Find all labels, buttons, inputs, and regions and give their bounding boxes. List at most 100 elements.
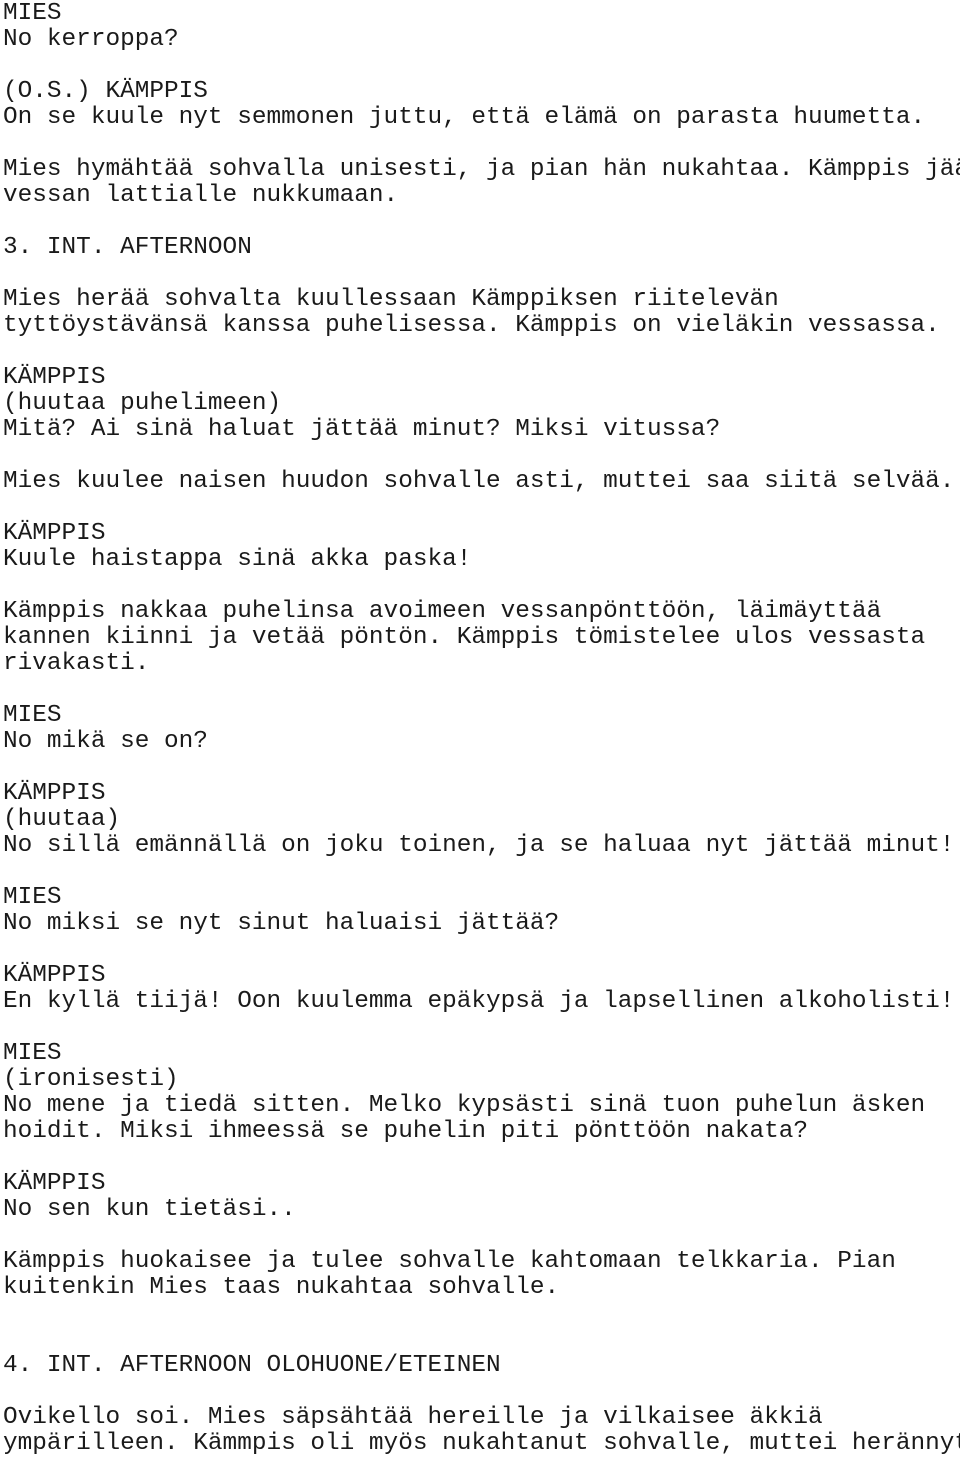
character-cue-mies: MIES	[3, 885, 960, 911]
blank-line	[3, 443, 960, 469]
character-cue-kamppis-line: KÄMPPIS	[3, 780, 106, 807]
blank-line	[3, 1301, 960, 1327]
dialogue-kamppis: Kuule haistappa sinä akka paska!	[3, 547, 960, 573]
action-paragraph-line: tyttöystävänsä kanssa puhelisessa. Kämpp…	[3, 312, 940, 339]
dialogue-mies-line: No miksi se nyt sinut haluaisi jättää?	[3, 910, 560, 937]
dialogue-kamppis: No sillä emännällä on joku toinen, ja se…	[3, 833, 960, 859]
parenthetical-direction-line: (ironisesti)	[3, 1066, 179, 1093]
action-paragraph-line: vessan lattialle nukkumaan.	[3, 182, 399, 209]
blank-line	[3, 495, 960, 521]
dialogue-kamppis: On se kuule nyt semmonen juttu, että elä…	[3, 105, 960, 131]
character-cue-kamppis-line: KÄMPPIS	[3, 962, 106, 989]
character-cue-mies: MIES	[3, 1, 960, 27]
action-paragraph-line: Kämppis nakkaa puhelinsa avoimeen vessan…	[3, 598, 882, 625]
action-paragraph-line: rivakasti.	[3, 650, 150, 677]
dialogue-mies-line: No mikä se on?	[3, 728, 208, 755]
dialogue-kamppis-line: On se kuule nyt semmonen juttu, että elä…	[3, 104, 926, 131]
dialogue-mies: No mene ja tiedä sitten. Melko kypsästi …	[3, 1093, 960, 1145]
action-paragraph-line: Mies herää sohvalta kuullessaan Kämppiks…	[3, 286, 779, 313]
scene-heading-3: 3. INT. AFTERNOON	[3, 235, 960, 261]
action-paragraph: Kämppis nakkaa puhelinsa avoimeen vessan…	[3, 599, 960, 677]
dialogue-mies-line: No mene ja tiedä sitten. Melko kypsästi …	[3, 1092, 926, 1119]
blank-line	[3, 859, 960, 885]
action-paragraph-line: Kämppis huokaisee ja tulee sohvalle kaht…	[3, 1248, 896, 1275]
parenthetical-direction: (huutaa puhelimeen)	[3, 391, 960, 417]
blank-line	[3, 677, 960, 703]
dialogue-kamppis-line: No sen kun tietäsi..	[3, 1196, 296, 1223]
dialogue-kamppis: En kyllä tiijä! Oon kuulemma epäkypsä ja…	[3, 989, 960, 1015]
character-cue-kamppis: KÄMPPIS	[3, 963, 960, 989]
blank-line	[3, 1223, 960, 1249]
dialogue-mies: No miksi se nyt sinut haluaisi jättää?	[3, 911, 960, 937]
scene-heading-3-line: 3. INT. AFTERNOON	[3, 234, 252, 261]
blank-line	[3, 209, 960, 235]
dialogue-kamppis: No sen kun tietäsi..	[3, 1197, 960, 1223]
action-paragraph: Ovikello soi. Mies säpsähtää hereille ja…	[3, 1405, 960, 1457]
character-cue-kamppis: KÄMPPIS	[3, 521, 960, 547]
dialogue-kamppis-line: No sillä emännällä on joku toinen, ja se…	[3, 832, 955, 859]
dialogue-mies: No kerroppa?	[3, 27, 960, 53]
action-paragraph-line: Ovikello soi. Mies säpsähtää hereille ja…	[3, 1404, 823, 1431]
character-cue-kamppis: KÄMPPIS	[3, 781, 960, 807]
parenthetical-direction: (ironisesti)	[3, 1067, 960, 1093]
action-paragraph-line: Mies kuulee naisen huudon sohvalle asti,…	[3, 468, 955, 495]
scene-heading-4: 4. INT. AFTERNOON OLOHUONE/ETEINEN	[3, 1353, 960, 1379]
character-cue-kamppis-line: KÄMPPIS	[3, 1170, 106, 1197]
blank-line	[3, 261, 960, 287]
character-cue-kamppis-os: (O.S.) KÄMPPIS	[3, 79, 960, 105]
screenplay-text-body: MIES No kerroppa? (O.S.) KÄMPPIS On se kuu…	[0, 0, 960, 1457]
blank-line	[3, 937, 960, 963]
character-cue-mies: MIES	[3, 1041, 960, 1067]
character-cue-kamppis-line: KÄMPPIS	[3, 364, 106, 391]
blank-line	[3, 1015, 960, 1041]
parenthetical-direction-line: (huutaa)	[3, 806, 121, 833]
action-paragraph: Mies hymähtää sohvalla unisesti, ja pian…	[3, 157, 960, 209]
dialogue-kamppis-line: Mitä? Ai sinä haluat jättää minut? Miksi…	[3, 416, 721, 443]
character-cue-mies-line: MIES	[3, 884, 62, 911]
parenthetical-direction: (huutaa)	[3, 807, 960, 833]
dialogue-kamppis-line: En kyllä tiijä! Oon kuulemma epäkypsä ja…	[3, 988, 955, 1015]
blank-line	[3, 339, 960, 365]
blank-line	[3, 1327, 960, 1353]
character-cue-kamppis-os-line: (O.S.) KÄMPPIS	[3, 78, 208, 105]
action-paragraph-line: kuitenkin Mies taas nukahtaa sohvalle.	[3, 1274, 560, 1301]
character-cue-mies: MIES	[3, 703, 960, 729]
character-cue-mies-line: MIES	[3, 1040, 62, 1067]
parenthetical-direction-line: (huutaa puhelimeen)	[3, 390, 282, 417]
blank-line	[3, 1145, 960, 1171]
blank-line	[3, 53, 960, 79]
blank-line	[3, 131, 960, 157]
action-paragraph: Mies herää sohvalta kuullessaan Kämppiks…	[3, 287, 960, 339]
action-paragraph: Kämppis huokaisee ja tulee sohvalle kaht…	[3, 1249, 960, 1301]
dialogue-mies: No mikä se on?	[3, 729, 960, 755]
action-paragraph-line: kannen kiinni ja vetää pöntön. Kämppis t…	[3, 624, 926, 651]
dialogue-kamppis-line: Kuule haistappa sinä akka paska!	[3, 546, 472, 573]
character-cue-mies-line: MIES	[3, 702, 62, 729]
blank-line	[3, 755, 960, 781]
screenplay-page: MIES No kerroppa? (O.S.) KÄMPPIS On se kuu…	[0, 0, 960, 1457]
character-cue-mies-line: MIES	[3, 0, 62, 27]
dialogue-mies-line: hoidit. Miksi ihmeessä se puhelin piti p…	[3, 1118, 809, 1145]
dialogue-mies-line: No kerroppa?	[3, 26, 179, 53]
character-cue-kamppis-line: KÄMPPIS	[3, 520, 106, 547]
blank-line	[3, 1379, 960, 1405]
dialogue-kamppis: Mitä? Ai sinä haluat jättää minut? Miksi…	[3, 417, 960, 443]
blank-line	[3, 573, 960, 599]
